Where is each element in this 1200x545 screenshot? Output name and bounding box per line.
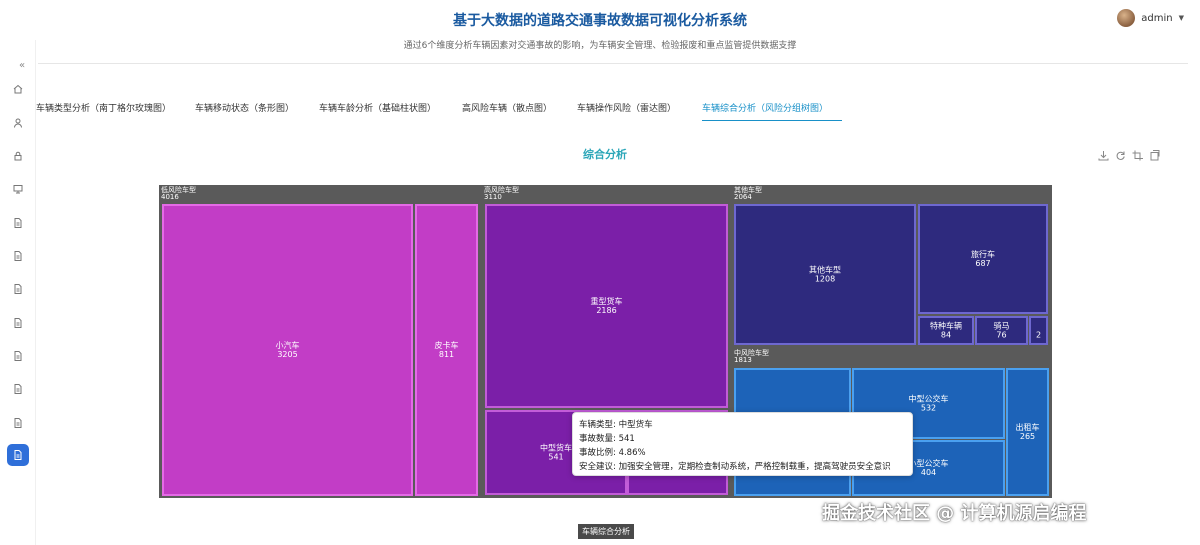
treemap-leaf-label-2-1: 旅行车 [971, 249, 995, 259]
treemap-leaf-value-3-2: 404 [921, 468, 936, 477]
tooltip-safety-advice: 安全建议: 加强安全管理，定期检查制动系统，严格控制载重，提高驾驶员安全意识 [579, 462, 891, 472]
treemap-leaf-value-2-2: 84 [941, 331, 951, 340]
treemap-leaf-value-2-1: 687 [975, 259, 990, 268]
treemap-leaf-label-3-3: 出租车 [1016, 422, 1040, 432]
page: 基于大数据的道路交通事故数据可视化分析系统 通过6个维度分析车辆因素对交通事故的… [0, 0, 1200, 545]
treemap-leaf-value-0-1: 811 [439, 350, 454, 359]
treemap-breadcrumb[interactable]: 车辆综合分析 [578, 524, 634, 539]
treemap-group-value-2: 2064 [734, 193, 752, 201]
treemap-leaf-label-0-1: 皮卡车 [435, 340, 459, 350]
treemap-leaf-value-2-3: 76 [996, 331, 1006, 340]
treemap-leaf-value-2-4: 2 [1036, 331, 1041, 340]
treemap-leaf-label-1-0: 重型货车 [591, 296, 623, 306]
tooltip-accident-count: 事故数量: 541 [579, 434, 635, 444]
treemap-leaf-value-1-1: 541 [548, 453, 563, 462]
tooltip-accident-ratio: 事故比例: 4.86% [579, 448, 646, 458]
treemap-leaf-label-3-2: 小型公交车 [909, 458, 949, 468]
treemap-leaf-label-0-0: 小汽车 [276, 340, 300, 350]
treemap-leaf-label-1-1: 中型货车 [540, 443, 572, 453]
treemap-group-value-0: 4016 [161, 193, 179, 201]
treemap-leaf-label-2-2: 特种车辆 [930, 321, 962, 331]
chart-tooltip: 车辆类型: 中型货车 事故数量: 541 事故比例: 4.86% 安全建议: 加… [572, 412, 913, 476]
treemap-leaf-value-1-0: 2186 [596, 306, 616, 315]
tooltip-vehicle-type: 车辆类型: 中型货车 [579, 420, 653, 430]
watermark: 掘金技术社区 @ 计算机源启编程 [822, 503, 1087, 524]
treemap-leaf-value-0-0: 3205 [277, 350, 297, 359]
treemap-leaf-value-3-3: 265 [1020, 432, 1035, 441]
treemap-leaf-label-2-0: 其他车型 [809, 265, 841, 275]
treemap-leaf-label-3-1: 中型公交车 [909, 394, 949, 404]
treemap-leaf-value-3-1: 532 [921, 404, 936, 413]
treemap-group-value-1: 3110 [484, 193, 502, 201]
treemap-leaf-value-2-0: 1208 [815, 275, 835, 284]
treemap-leaf-label-2-3: 骑马 [994, 321, 1010, 331]
treemap-group-value-3: 1813 [734, 356, 752, 364]
